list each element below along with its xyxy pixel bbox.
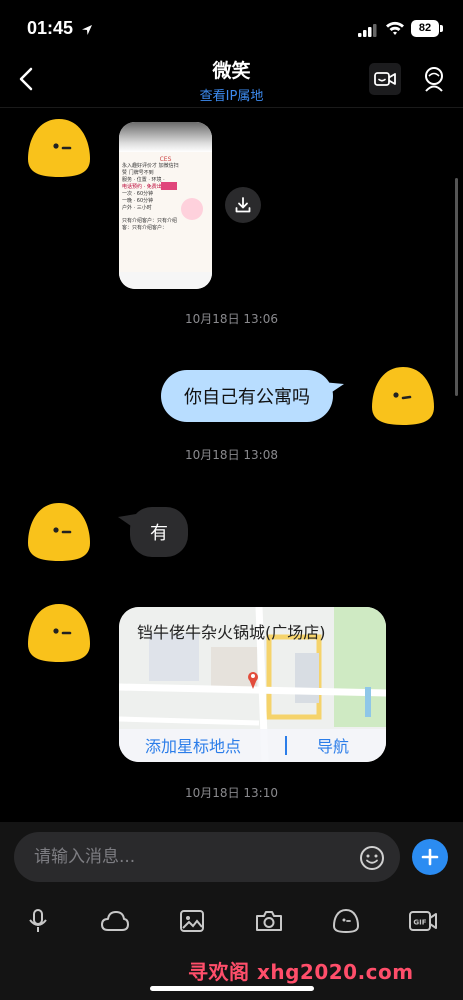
incoming-message-bubble[interactable]: 有	[130, 507, 188, 557]
svg-text:GIF: GIF	[413, 919, 426, 927]
message-input[interactable]	[14, 832, 400, 882]
watermark: 寻欢阁 xhg2020.com	[188, 960, 414, 984]
camera-icon	[256, 911, 282, 931]
red-sticker-decoration	[161, 182, 177, 190]
profile-button[interactable]	[418, 62, 450, 96]
user-profile-icon	[425, 67, 443, 92]
gif-icon: GIF	[409, 911, 437, 931]
contact-avatar[interactable]	[26, 501, 92, 563]
navigate-button[interactable]: 导航	[317, 733, 349, 757]
status-time: 01:45	[27, 18, 74, 38]
add-star-location-button[interactable]: 添加星标地点	[145, 733, 241, 757]
wifi-icon	[385, 20, 405, 40]
image-footer	[119, 272, 212, 289]
sticker-button[interactable]	[329, 904, 363, 938]
smiley-face-icon	[360, 846, 384, 870]
voice-message-button[interactable]	[21, 904, 55, 938]
image-content: CES 永入趣好评价才 加微信扫 赞 门牌号不到 服务 · 位置 · 环境 · …	[119, 152, 212, 272]
yellow-blob-avatar-icon	[372, 367, 434, 425]
cellular-signal-icon	[358, 22, 378, 41]
battery-indicator: 82	[411, 20, 439, 37]
plus-icon	[421, 848, 439, 866]
camera-button[interactable]	[252, 904, 286, 938]
outgoing-message-bubble[interactable]: 你自己有公寓吗	[161, 370, 333, 422]
my-avatar[interactable]	[370, 365, 436, 427]
cloud-icon	[101, 911, 129, 931]
download-button[interactable]	[225, 187, 261, 223]
image-line: CES	[159, 156, 172, 163]
video-camera-icon	[374, 72, 396, 86]
yellow-blob-avatar-icon	[28, 503, 90, 561]
gif-button[interactable]: GIF	[406, 904, 440, 938]
contact-avatar[interactable]	[26, 117, 92, 179]
image-line: 永入趣好评价才 加微信扫	[122, 163, 179, 169]
image-header	[119, 122, 212, 152]
yellow-blob-avatar-icon	[28, 119, 90, 177]
location-actions: 添加星标地点 导航	[119, 729, 386, 762]
home-indicator[interactable]	[150, 986, 314, 991]
pink-flower-decoration	[181, 198, 203, 220]
chat-header: 微笑 查看IP属地	[0, 50, 463, 108]
add-attachment-button[interactable]	[412, 839, 448, 875]
message-timestamp: 10月18日 13:06	[185, 312, 278, 326]
message-timestamp: 10月18日 13:10	[185, 786, 278, 800]
image-line: 一次 · 60分钟	[122, 191, 154, 197]
emoji-button[interactable]	[358, 844, 386, 872]
download-icon	[235, 197, 251, 213]
picture-icon	[180, 910, 204, 932]
bubble-tail	[322, 382, 344, 396]
message-timestamp: 10月18日 13:08	[185, 448, 278, 462]
location-arrow-icon	[81, 21, 93, 40]
location-title: 铛牛佬牛杂火锅城(广场店)	[137, 623, 326, 642]
image-line: 赞 门牌号不到	[122, 170, 154, 176]
chat-scrollbar[interactable]	[455, 178, 458, 396]
action-divider	[285, 736, 287, 755]
image-message[interactable]: CES 永入趣好评价才 加微信扫 赞 门牌号不到 服务 · 位置 · 环境 · …	[119, 122, 212, 289]
cloud-button[interactable]	[98, 904, 132, 938]
blob-sticker-icon	[332, 908, 360, 934]
microphone-icon	[29, 909, 47, 932]
location-message-card[interactable]: 铛牛佬牛杂火锅城(广场店) 添加星标地点 导航	[119, 607, 386, 762]
image-line: 客：只有介绍客户：	[122, 225, 168, 231]
composer: GIF 寻欢阁 xhg2020.com	[0, 822, 463, 1000]
photo-button[interactable]	[175, 904, 209, 938]
contact-avatar[interactable]	[26, 602, 92, 664]
video-call-button[interactable]	[369, 63, 401, 95]
yellow-blob-avatar-icon	[28, 604, 90, 662]
battery-tip	[440, 25, 443, 32]
